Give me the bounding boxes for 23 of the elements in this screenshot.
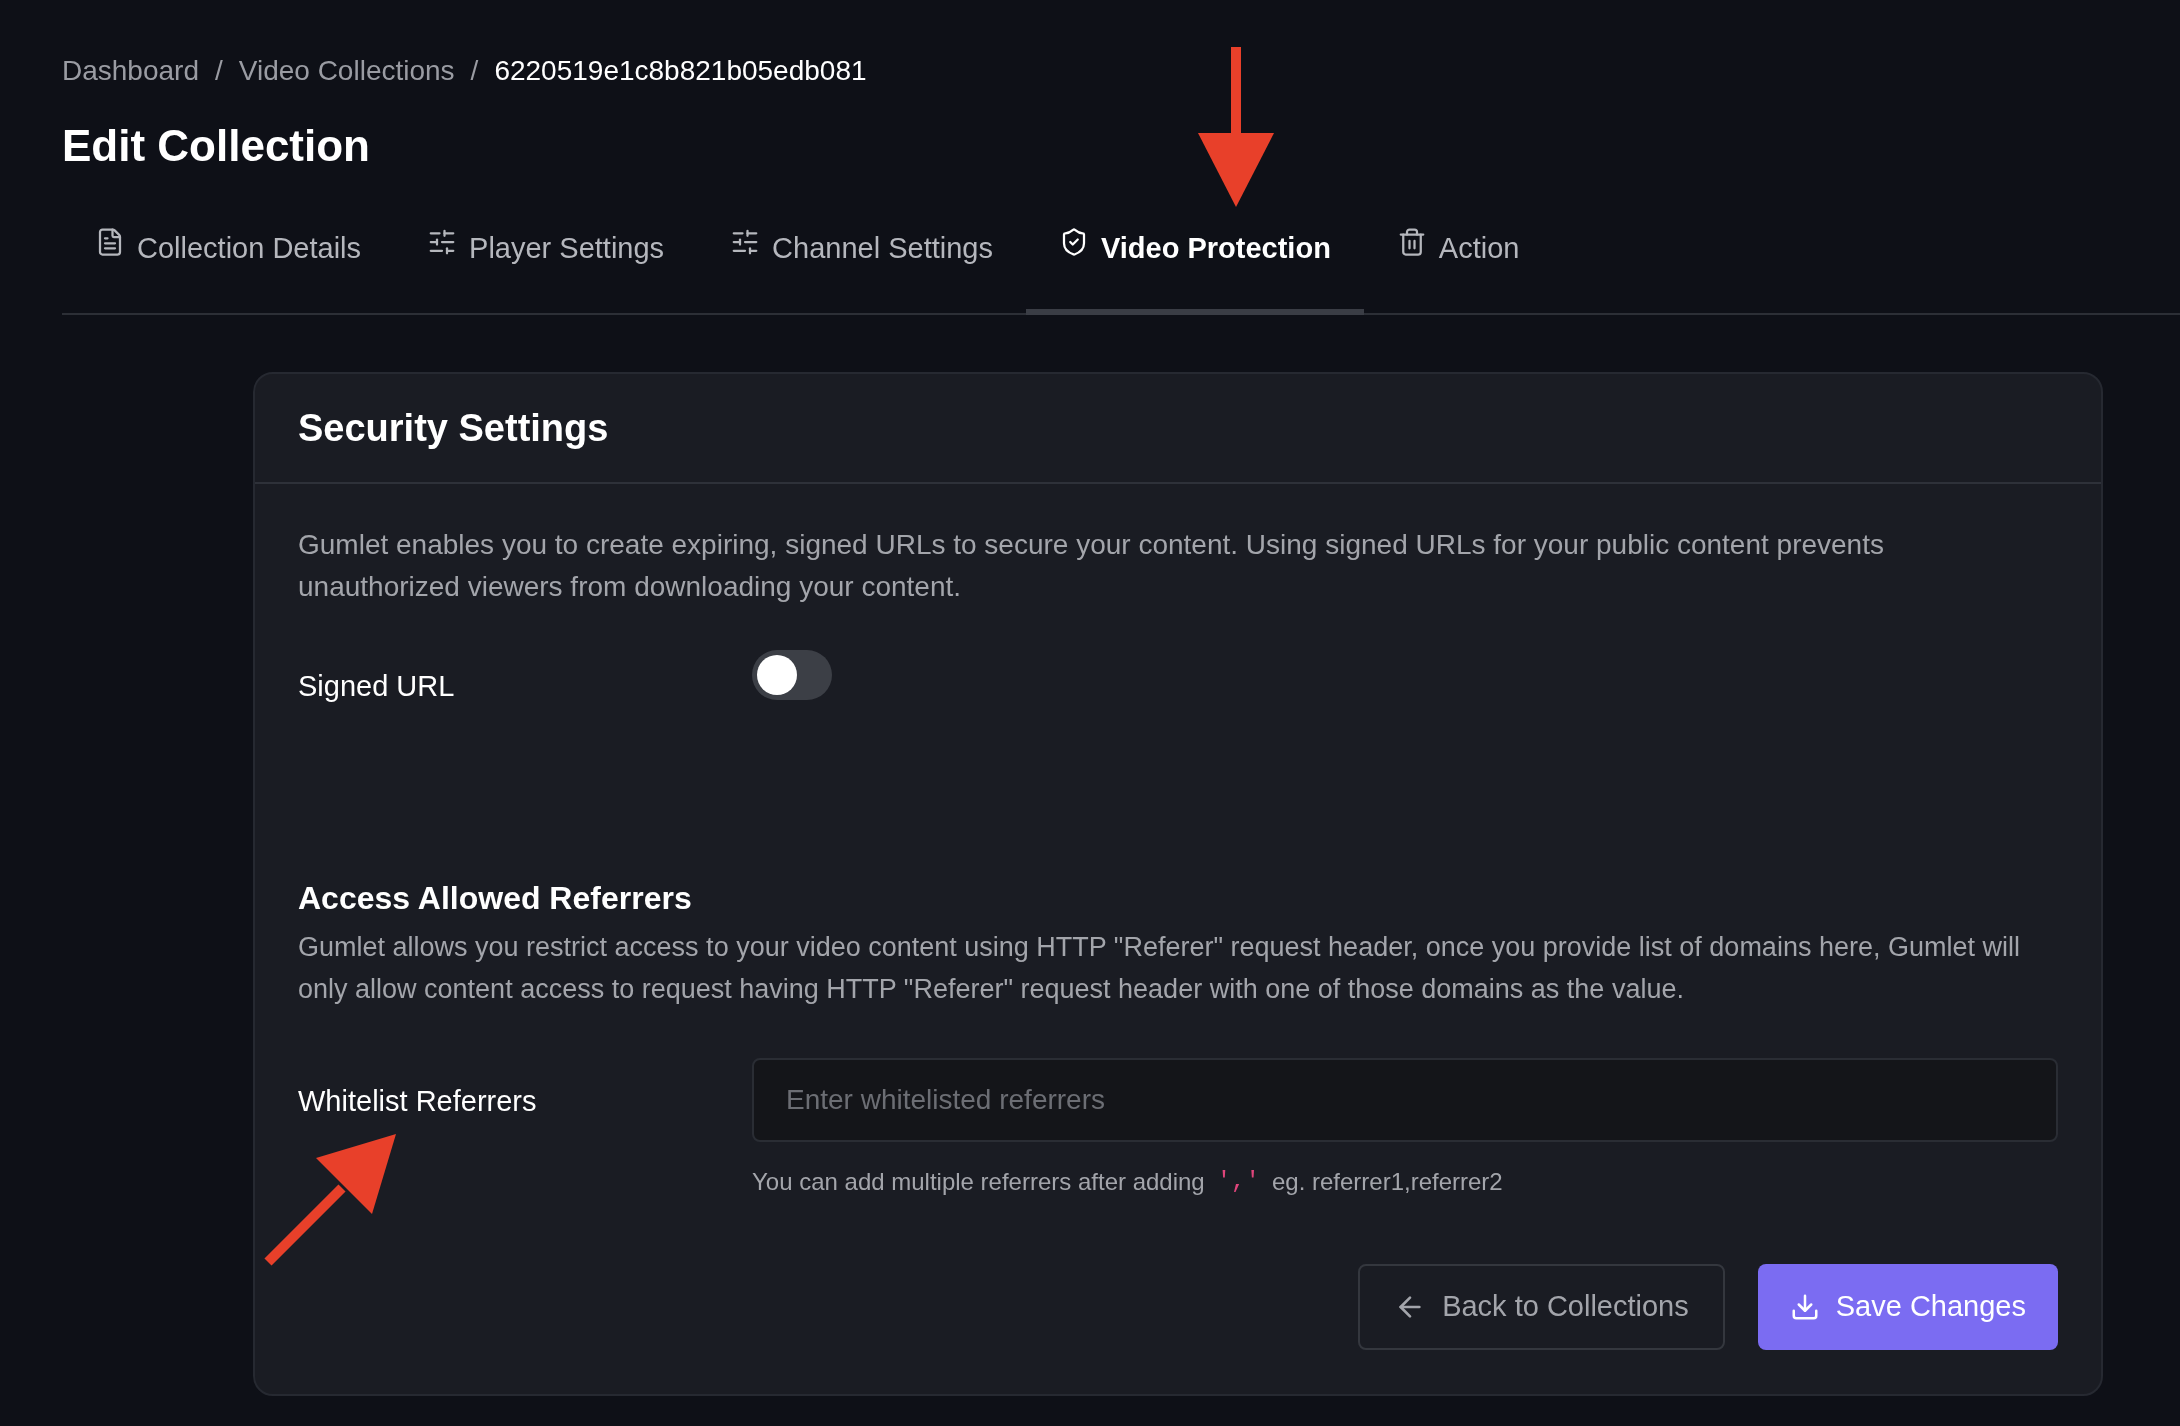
hint-text: You can add multiple referrers after adding	[752, 1166, 1205, 1197]
toggle-switch[interactable]	[752, 650, 832, 700]
tab[interactable]: Video Protection	[1025, 203, 1364, 315]
section-heading: Access Allowed Referrers	[298, 878, 693, 918]
tab[interactable]: Action	[1363, 203, 1553, 315]
tab[interactable]: Collection Details	[62, 203, 395, 315]
breadcrumb-separator: /	[470, 54, 479, 88]
field-label: Signed URL	[298, 669, 456, 704]
input-field[interactable]: Enter whitelisted referrers	[752, 1057, 2058, 1142]
breadcrumb-separator: /	[215, 54, 223, 88]
page-title: Edit Collection	[62, 120, 371, 172]
section-description: Gumlet allows you restrict access to your video content using HTTP "Referer" request header, once you provide list of domains here, Gumlet will only allow content access to request having HTTP "Referer" request header with one of those domains as the value.	[298, 930, 2021, 1006]
hint-text: eg. referrer1,referrer2	[1271, 1166, 1503, 1197]
tab[interactable]: Channel Settings	[697, 203, 1026, 315]
breadcrumb-link[interactable]: Video Collections	[238, 50, 455, 92]
code-snippet: ','	[1216, 1166, 1260, 1197]
tab[interactable]: Player Settings	[394, 203, 698, 315]
back-button[interactable]: Back to Collections	[1358, 1263, 1725, 1350]
save-button[interactable]: Save Changes	[1757, 1263, 2058, 1350]
breadcrumb-link[interactable]: Dashboard	[62, 50, 199, 92]
field-label: Whitelist Referrers	[298, 1083, 538, 1119]
description-text: Gumlet enables you to create expiring, signed URLs to secure your content. Using signed URLs for your public content prevents unauthorized viewers from downloading your content.	[298, 528, 1885, 604]
card-title: Security Settings	[298, 405, 609, 451]
